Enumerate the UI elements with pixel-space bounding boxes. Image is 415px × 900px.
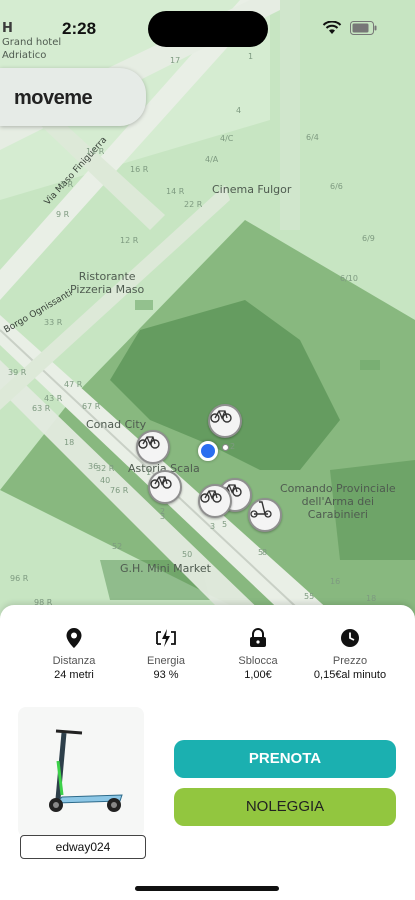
battery-charging-icon — [156, 629, 176, 647]
civic-number: 96 R — [10, 574, 29, 583]
civic-number: 9 R — [56, 210, 70, 219]
app-logo[interactable]: moveme — [0, 68, 146, 126]
location-pin-icon — [66, 628, 82, 648]
stat-value: 93 % — [153, 669, 179, 681]
scooter-icon — [250, 501, 272, 518]
civic-number: 2 — [230, 442, 236, 451]
civic-number: 47 R — [64, 380, 83, 389]
stat-energy: Energia 93 % — [120, 627, 212, 681]
status-bar: 2:28 — [0, 0, 415, 56]
civic-number: 32 R — [96, 464, 115, 473]
civic-number: 11 R — [86, 147, 105, 156]
lock-icon — [250, 628, 266, 647]
civic-number: 4 — [236, 106, 242, 115]
civic-number: 6/6 — [330, 182, 343, 191]
conad-label: Conad City — [86, 418, 147, 431]
civic-number: 5 — [222, 520, 228, 529]
market-label: G.H. Mini Market — [120, 562, 211, 575]
ristorante-label: Ristorante Pizzeria Maso — [70, 270, 145, 296]
status-time: 2:28 — [62, 19, 97, 38]
bike-marker[interactable] — [208, 404, 242, 438]
civic-number: 52 — [112, 542, 123, 551]
civic-number: 39 R — [8, 368, 27, 377]
bicycle-icon — [150, 476, 172, 489]
civic-number: 14 R — [166, 187, 185, 196]
marker-dot — [222, 444, 229, 451]
carabinieri-label: Comando Provinciale dell'Arma dei Carabi… — [280, 482, 396, 521]
stat-label: Prezzo — [332, 655, 368, 667]
scooter-image — [49, 729, 123, 812]
civic-number: 33 R — [44, 318, 63, 327]
battery-icon — [350, 21, 377, 35]
bike-marker[interactable] — [148, 470, 182, 504]
civic-number: 40 — [100, 476, 111, 485]
stat-unlock: Sblocca 1,00€ — [212, 627, 304, 681]
map-view[interactable]: H Grand hotel Adriatico Cinema Fulgor Ri… — [0, 0, 415, 620]
rent-button[interactable]: NOLEGGIA — [174, 788, 396, 826]
civic-number: 16 — [330, 577, 341, 586]
bicycle-icon — [138, 436, 160, 449]
civic-number: 63 R — [32, 404, 51, 413]
civic-number: 67 R — [82, 402, 101, 411]
civic-number: 6/9 — [362, 234, 375, 243]
book-button[interactable]: PRENOTA — [174, 740, 396, 778]
civic-number: 55 — [304, 592, 315, 601]
user-location-dot — [198, 441, 218, 461]
civic-number: 50 — [182, 550, 193, 559]
cinema-label: Cinema Fulgor — [212, 183, 292, 196]
stat-distance: Distanza 24 metri — [28, 627, 120, 681]
civic-number: 22 R — [184, 200, 203, 209]
civic-number: 16 R — [130, 165, 149, 174]
stat-value: 24 metri — [54, 669, 94, 681]
bike-marker[interactable] — [136, 430, 170, 464]
dynamic-island — [148, 11, 268, 47]
vehicle-stats: Distanza 24 metri Energia 93 % Sblocca 1… — [0, 627, 415, 681]
scooter-id: 2 — [160, 507, 166, 516]
civic-number: 4/A — [205, 155, 219, 164]
civic-number: 3 R — [60, 180, 74, 189]
stat-value: 1,00€ — [244, 669, 272, 681]
vehicle-code: edway024 — [20, 835, 146, 859]
stat-label: Sblocca — [238, 655, 278, 667]
bike-marker[interactable] — [198, 484, 232, 518]
clock-icon — [341, 629, 359, 647]
civic-number: 18 — [64, 438, 75, 447]
stat-value: 0,15€al minuto — [313, 669, 387, 681]
scooter-id: 3 — [210, 522, 216, 531]
scooter-id: 5 — [258, 548, 264, 557]
civic-number: 6/10 — [340, 274, 358, 283]
vehicle-detail-sheet: Distanza 24 metri Energia 93 % Sblocca 1… — [0, 605, 415, 900]
civic-number: 6/4 — [306, 133, 319, 142]
vehicle-photo — [18, 707, 144, 837]
stat-label: Distanza — [52, 655, 96, 667]
stat-label: Energia — [147, 655, 185, 667]
bicycle-icon — [210, 410, 232, 423]
wifi-icon — [322, 21, 342, 34]
civic-number: 18 — [366, 594, 377, 603]
home-indicator — [135, 886, 279, 891]
scooter-marker[interactable] — [248, 498, 282, 532]
civic-number: 12 R — [120, 236, 139, 245]
logo-text: moveme — [14, 87, 93, 109]
civic-number: 76 R — [110, 486, 129, 495]
civic-number: 4/C — [220, 134, 234, 143]
stat-price: Prezzo 0,15€al minuto — [304, 627, 396, 681]
bicycle-icon — [200, 490, 222, 503]
